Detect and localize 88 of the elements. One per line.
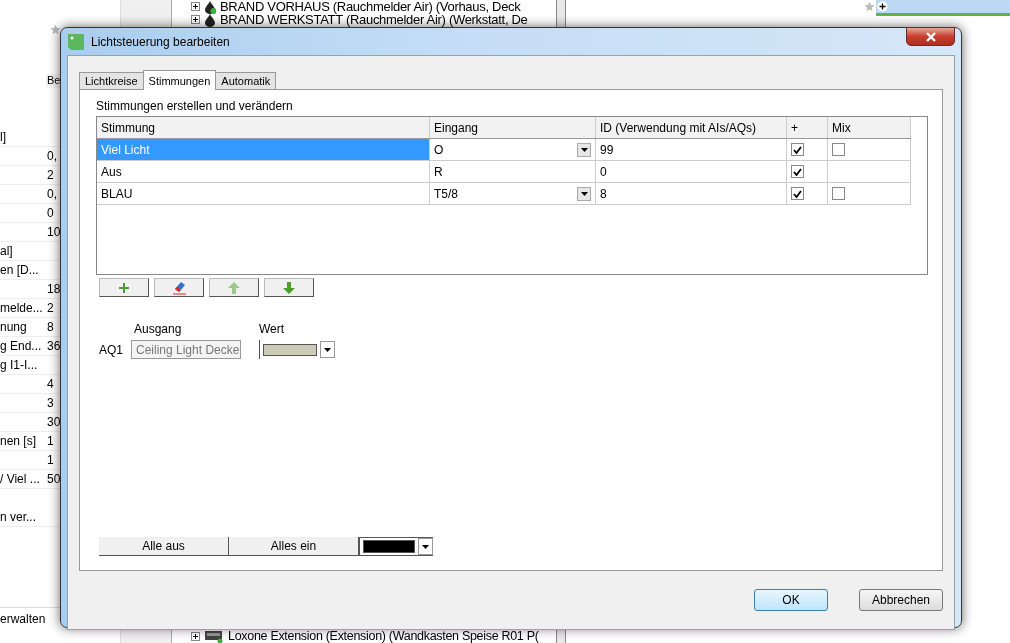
checkbox[interactable] xyxy=(791,165,804,178)
property-label: l] xyxy=(0,130,7,144)
arrow-down-icon xyxy=(283,281,295,294)
tab[interactable]: Lichtkreise xyxy=(79,72,144,89)
property-value: 8 xyxy=(47,320,54,334)
property-value: 18 xyxy=(47,282,61,296)
property-value: 50 xyxy=(47,472,61,486)
caret-icon xyxy=(422,544,429,549)
property-value: 1 xyxy=(47,453,54,467)
caret-icon xyxy=(580,147,588,152)
tree-item[interactable]: BRAND WERKSTATT (Rauchmelder Air) (Werkstatt, De xyxy=(220,13,528,26)
property-value: 2 xyxy=(47,301,54,315)
tree-item[interactable]: Loxone Extension (Extension) (Wandkasten Speise R01 P( xyxy=(228,629,539,643)
column-label: Wert xyxy=(259,322,285,336)
tab[interactable]: Stimmungen xyxy=(142,70,217,90)
table-row[interactable]: Viel Licht O 99 xyxy=(97,139,911,161)
property-value: 4 xyxy=(47,377,54,391)
column-header: Eingang xyxy=(430,117,596,138)
column-header: ID (Verwendung mit AIs/AQs) xyxy=(596,117,787,138)
cancel-button[interactable]: Abbrechen xyxy=(859,589,943,611)
button[interactable]: Alles ein xyxy=(229,537,359,556)
table-cell: 8 xyxy=(596,183,787,204)
property-label: en [D... xyxy=(0,263,40,277)
property-label: g I1-I... xyxy=(0,358,39,372)
extension-icon xyxy=(204,629,224,643)
table-row[interactable]: Aus R 0 xyxy=(97,161,911,183)
tab[interactable]: Automatik xyxy=(215,72,277,89)
property-value: 0 xyxy=(47,206,54,220)
property-value: 1 xyxy=(47,434,54,448)
column-header: Stimmung xyxy=(97,117,430,138)
section-heading: Stimmungen erstellen und verändern xyxy=(96,99,294,115)
star-icon xyxy=(864,1,875,12)
property-value: 10 xyxy=(47,225,61,239)
eraser-icon xyxy=(171,280,187,295)
property-value: 30 xyxy=(47,415,61,429)
property-label: melde... xyxy=(0,301,44,315)
caret-icon xyxy=(324,347,331,352)
column-label: Ausgang xyxy=(133,322,183,336)
table-cell: O xyxy=(434,142,444,157)
check-icon xyxy=(793,167,802,176)
table-cell: BLAU xyxy=(97,183,430,204)
property-value: 0, xyxy=(47,187,57,201)
close-icon xyxy=(924,31,937,42)
check-icon xyxy=(793,145,802,154)
dropdown-button[interactable] xyxy=(577,186,591,201)
table-cell: Aus xyxy=(97,161,430,182)
column-header: Mix xyxy=(828,117,911,138)
table-cell: T5/8 xyxy=(434,186,458,201)
add-button[interactable] xyxy=(99,278,149,297)
checkbox[interactable] xyxy=(791,187,804,200)
table-cell: 99 xyxy=(596,139,787,160)
star-icon xyxy=(50,24,61,35)
table-cell: R xyxy=(434,164,443,179)
color-picker[interactable] xyxy=(359,537,433,556)
app-icon xyxy=(67,32,85,51)
property-value: 2 xyxy=(47,168,54,182)
property-value: 3 xyxy=(47,396,54,410)
property-value: 36 xyxy=(47,339,61,353)
check-icon xyxy=(793,189,802,198)
checkbox[interactable] xyxy=(832,143,845,156)
table-cell: 0 xyxy=(596,161,787,182)
property-label: g End... xyxy=(0,339,43,353)
dropdown-button[interactable] xyxy=(577,142,591,157)
property-label: n ver... xyxy=(0,510,38,524)
property-value: 0, xyxy=(47,149,57,163)
button[interactable]: Alle aus xyxy=(99,537,229,556)
output-label: AQ1 xyxy=(99,342,124,357)
table-cell: Viel Licht xyxy=(97,139,430,160)
table-row[interactable]: BLAU T5/8 8 xyxy=(97,183,911,205)
property-label: nen [s] xyxy=(0,434,38,448)
checkbox[interactable] xyxy=(791,143,804,156)
close-button[interactable] xyxy=(906,27,955,46)
tree-item[interactable]: BRAND VORHAUS (Rauchmelder Air) (Vorhaus, Deck xyxy=(220,0,521,13)
expand-icon xyxy=(191,15,200,24)
arrow-up-icon xyxy=(228,281,240,294)
ok-button[interactable]: OK xyxy=(754,589,828,611)
checkbox[interactable] xyxy=(832,187,845,200)
output-field: Ceiling Light Decke xyxy=(131,340,241,359)
plus-icon xyxy=(118,281,130,294)
property-label: / Viel ... xyxy=(0,472,41,486)
property-label: al] xyxy=(0,244,14,258)
caret-icon xyxy=(580,191,588,196)
erase-button[interactable] xyxy=(154,278,204,297)
property-label: nung xyxy=(0,320,28,334)
column-header: + xyxy=(787,117,828,138)
color-picker[interactable] xyxy=(259,340,335,359)
down-button[interactable] xyxy=(264,278,314,297)
window-title: Lichtsteuerung bearbeiten xyxy=(91,34,231,49)
